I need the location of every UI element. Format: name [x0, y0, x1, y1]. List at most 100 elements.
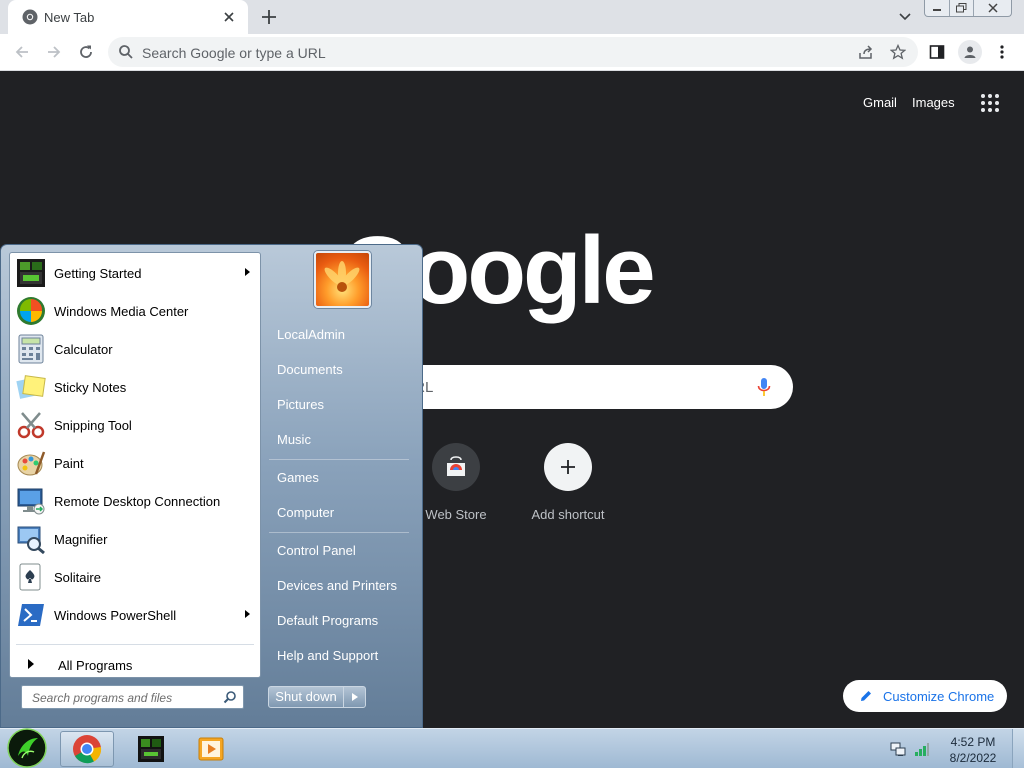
divider [16, 644, 254, 645]
triangle-right-icon [351, 693, 358, 701]
shutdown-options-button[interactable] [344, 687, 365, 707]
submenu-arrow-icon[interactable] [245, 610, 250, 618]
start-item-media-center[interactable]: Windows Media Center [12, 293, 258, 329]
back-button[interactable] [12, 42, 32, 62]
magnifier-icon [14, 522, 48, 556]
start-orb-icon [7, 728, 47, 768]
start-right-pictures[interactable]: Pictures [269, 391, 417, 419]
start-item-powershell[interactable]: Windows PowerShell [12, 597, 258, 633]
flower-icon [324, 261, 360, 292]
customize-chrome-label: Customize Chrome [883, 689, 995, 704]
start-right-games[interactable]: Games [269, 464, 417, 492]
chevron-down-icon[interactable] [896, 8, 914, 26]
solitaire-icon [14, 560, 48, 594]
sticky-notes-icon [14, 370, 48, 404]
forward-button[interactable] [44, 42, 64, 62]
close-icon [987, 3, 998, 13]
start-item-label: Magnifier [54, 531, 108, 547]
start-menu: Getting Started Windows Media Center Cal… [0, 244, 423, 728]
profile-button[interactable] [958, 40, 982, 64]
chrome-icon [73, 735, 102, 764]
start-right-documents[interactable]: Documents [269, 356, 417, 384]
start-right-devices-printers[interactable]: Devices and Printers [269, 572, 417, 600]
side-panel-button[interactable] [927, 42, 947, 62]
clock-date: 8/2/2022 [949, 751, 997, 765]
web-store-icon [447, 456, 465, 476]
taskbar-app-3[interactable] [184, 731, 238, 767]
start-menu-programs-pane: Getting Started Windows Media Center Cal… [9, 252, 261, 678]
start-search-placeholder: Search programs and files [32, 691, 173, 705]
browser-toolbar: Search Google or type a URL [0, 34, 1024, 71]
microphone-icon[interactable] [757, 377, 771, 397]
start-right-help-support[interactable]: Help and Support [269, 642, 417, 670]
shortcut-add[interactable]: Add shortcut [513, 443, 623, 522]
network-icon[interactable] [890, 741, 906, 757]
tab-title: New Tab [44, 10, 95, 25]
add-shortcut-tile [544, 443, 592, 491]
chrome-menu-button[interactable] [992, 42, 1012, 62]
calculator-icon [14, 332, 48, 366]
start-item-magnifier[interactable]: Magnifier [12, 521, 258, 557]
start-item-label: Windows Media Center [54, 303, 189, 319]
restore-icon [956, 3, 967, 13]
share-icon[interactable] [858, 44, 874, 60]
system-clock[interactable]: 4:52 PM 8/2/2022 [940, 734, 1006, 766]
start-right-control-panel[interactable]: Control Panel [269, 537, 417, 565]
snipping-tool-icon [14, 408, 48, 442]
tab-new-tab[interactable]: New Tab [8, 0, 248, 34]
start-right-computer[interactable]: Computer [269, 499, 417, 527]
start-item-solitaire[interactable]: Solitaire [12, 559, 258, 595]
start-item-label: Windows PowerShell [54, 607, 177, 623]
customize-chrome-button[interactable]: Customize Chrome [843, 680, 1007, 712]
search-icon [119, 45, 133, 59]
start-right-user[interactable]: LocalAdmin [269, 321, 417, 349]
restore-button[interactable] [949, 0, 973, 16]
start-right-music[interactable]: Music [269, 426, 417, 454]
chrome-icon [22, 9, 38, 25]
shortcut-label: Add shortcut [531, 507, 605, 522]
submenu-arrow-icon[interactable] [245, 268, 250, 276]
start-search-input[interactable]: Search programs and files [21, 685, 244, 709]
start-item-sticky-notes[interactable]: Sticky Notes [12, 369, 258, 405]
close-tab-icon[interactable] [220, 8, 238, 26]
remote-desktop-icon [14, 484, 48, 518]
start-item-getting-started[interactable]: Getting Started [12, 255, 258, 291]
gmail-link[interactable]: Gmail [863, 95, 897, 110]
more-vert-icon [1000, 45, 1004, 59]
taskbar-chrome[interactable] [60, 731, 114, 767]
start-button[interactable] [2, 727, 52, 768]
bookmark-star-icon[interactable] [890, 44, 906, 60]
taskbar-app-2[interactable] [124, 731, 178, 767]
search-icon [223, 691, 236, 704]
minimize-button[interactable] [925, 0, 949, 16]
close-window-button[interactable] [973, 0, 1011, 16]
reload-button[interactable] [76, 42, 96, 62]
images-link[interactable]: Images [912, 95, 955, 110]
start-item-label: Remote Desktop Connection [54, 493, 221, 509]
start-item-label: Getting Started [54, 265, 142, 281]
forward-arrow-icon [48, 46, 61, 58]
start-item-paint[interactable]: Paint [12, 445, 258, 481]
taskbar: 4:52 PM 8/2/2022 [0, 728, 1024, 768]
start-item-snipping-tool[interactable]: Snipping Tool [12, 407, 258, 443]
omnibox[interactable]: Search Google or type a URL [108, 37, 918, 67]
plus-icon [561, 460, 575, 474]
media-player-icon [198, 737, 224, 761]
media-center-icon [14, 294, 48, 328]
all-programs-label: All Programs [58, 658, 133, 673]
show-desktop-button[interactable] [1012, 729, 1024, 768]
signal-icon[interactable] [914, 741, 930, 757]
apps-grid-icon[interactable] [980, 93, 1000, 113]
start-item-remote-desktop[interactable]: Remote Desktop Connection [12, 483, 258, 519]
shutdown-button[interactable]: Shut down [269, 687, 344, 707]
shutdown-button-group: Shut down [268, 686, 366, 708]
start-right-default-programs[interactable]: Default Programs [269, 607, 417, 635]
new-tab-icon[interactable] [258, 6, 280, 28]
start-item-label: Snipping Tool [54, 417, 132, 433]
user-account-picture[interactable] [314, 251, 371, 308]
all-programs-button[interactable]: All Programs [20, 653, 252, 677]
paint-icon [14, 446, 48, 480]
start-item-label: Calculator [54, 341, 113, 357]
start-item-calculator[interactable]: Calculator [12, 331, 258, 367]
minimize-icon [933, 9, 941, 11]
